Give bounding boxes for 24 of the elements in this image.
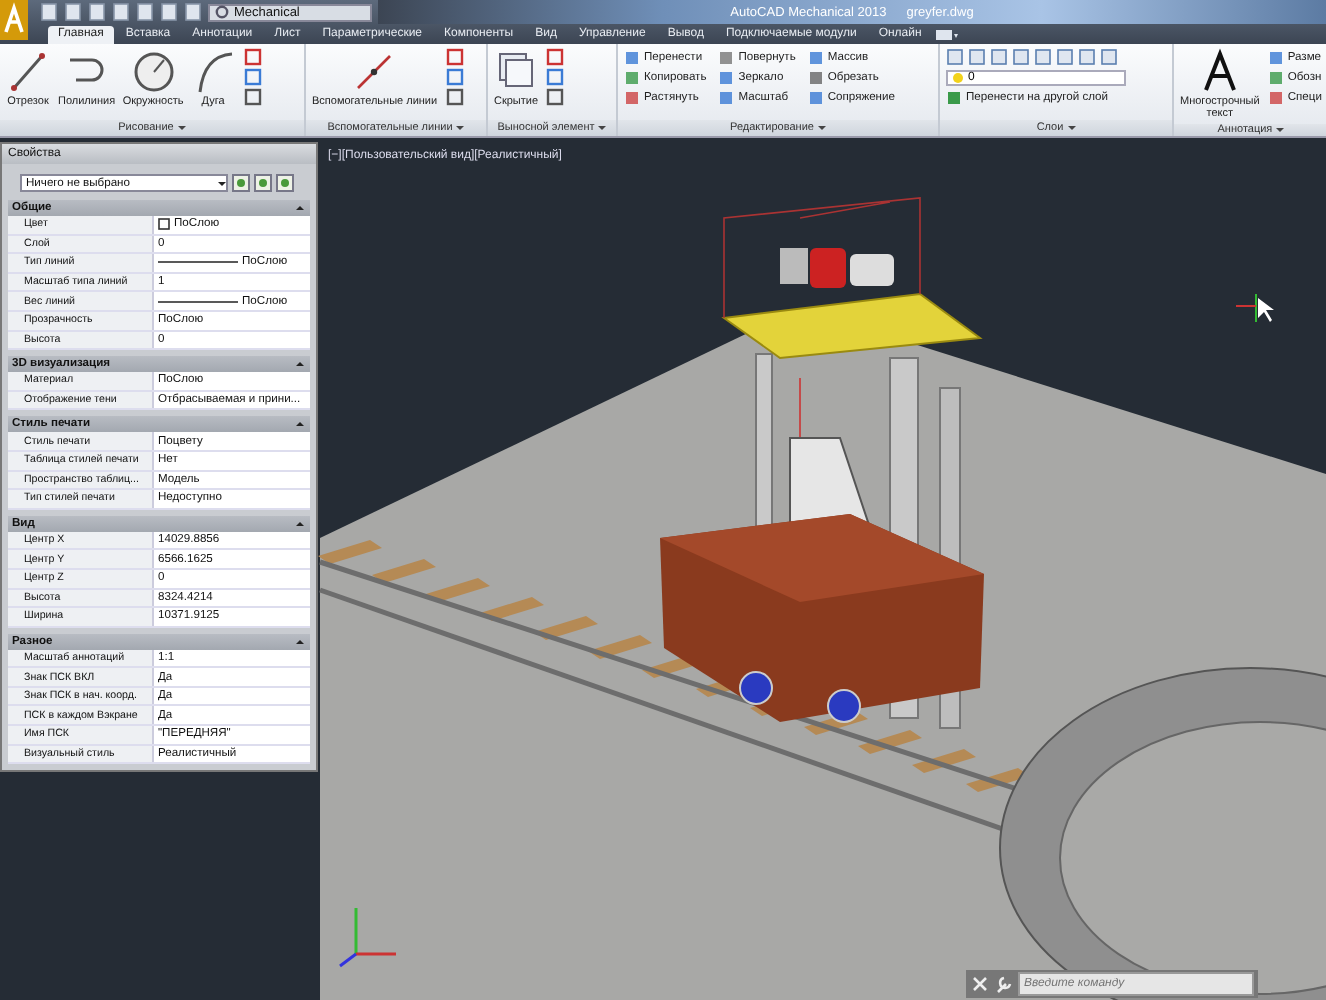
- color-swatch-icon: [158, 218, 170, 231]
- linetype-sample-icon: [158, 258, 238, 267]
- collapse-caret-icon[interactable]: [296, 422, 304, 427]
- caret-icon[interactable]: [598, 126, 607, 130]
- collapse-caret-icon[interactable]: [296, 362, 304, 367]
- caret-icon[interactable]: [177, 126, 186, 130]
- close-icon[interactable]: [970, 974, 990, 994]
- bulb-icon: [952, 71, 964, 85]
- caret-icon[interactable]: [456, 126, 465, 130]
- caret-icon: [218, 181, 226, 185]
- caret-icon[interactable]: [1276, 128, 1285, 132]
- circle-icon: [131, 48, 176, 94]
- caret-icon[interactable]: [1067, 126, 1076, 130]
- wrench-icon[interactable]: [994, 974, 1014, 994]
- collapse-caret-icon[interactable]: [296, 639, 304, 644]
- linetype-sample-icon: [158, 297, 238, 306]
- line-icon: [6, 48, 50, 94]
- tool-icon: [946, 90, 962, 106]
- caret-icon[interactable]: [817, 126, 826, 130]
- ucs-icon: [339, 908, 396, 968]
- collapse-caret-icon[interactable]: [296, 206, 304, 210]
- collapse-caret-icon[interactable]: [296, 521, 304, 526]
- axis-cursor-icon: [1235, 293, 1274, 323]
- panel-toggle-icon[interactable]: [933, 26, 960, 44]
